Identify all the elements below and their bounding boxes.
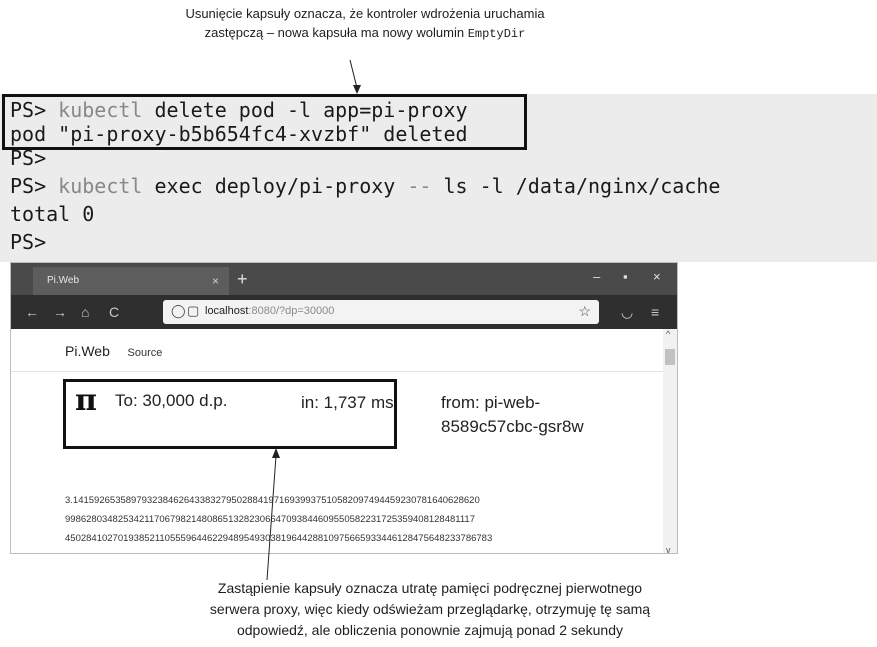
minimize-icon[interactable]: –: [593, 269, 600, 284]
nav-bar: ← → ⌂ C ◯ ▢ localhost:8080/?dp=30000 ☆ ◡…: [11, 295, 677, 329]
terminal-line-4: PS> kubectl exec deploy/pi-proxy -- ls -…: [10, 174, 720, 198]
scrollbar[interactable]: ^ v: [663, 329, 677, 553]
terminal-highlight-box: [2, 94, 527, 150]
tab-piweb[interactable]: Pi.Web ×: [33, 267, 229, 295]
scrollbar-thumb[interactable]: [665, 349, 675, 365]
terminal-line-6: PS>: [10, 230, 47, 254]
url-path: :8080/?dp=30000: [248, 305, 335, 317]
pi-digits-line: 4502841027019385211055596446229489549303…: [65, 533, 493, 544]
annotation-top-line1: Usunięcie kapsuły oznacza, że kontroler …: [185, 6, 545, 21]
site-brand[interactable]: Pi.Web: [65, 343, 110, 359]
tab-bar: Pi.Web × + – ▪ ×: [11, 263, 677, 295]
pi-digits-line: 3.14159265358979323846264338327950288419…: [65, 491, 665, 510]
terminal-dash: --: [407, 174, 432, 198]
menu-icon[interactable]: ≡: [651, 303, 659, 321]
terminal-line-5: total 0: [10, 202, 95, 226]
site-nav: Pi.Web Source: [65, 343, 162, 359]
annotation-bottom-line1: Zastąpienie kapsuły oznacza utratę pamię…: [217, 580, 643, 596]
tab-title: Pi.Web: [47, 275, 80, 286]
reload-icon[interactable]: C: [109, 303, 119, 321]
annotation-top-code: EmptyDir: [467, 27, 526, 41]
home-icon[interactable]: ⌂: [81, 303, 89, 321]
forward-arrow-icon[interactable]: →: [53, 303, 67, 321]
arrow-bottom: [266, 448, 280, 581]
annotation-bottom-line2: serwera proxy, więc kiedy odświeżam prze…: [209, 601, 651, 617]
browser-window: Pi.Web × + – ▪ × ← → ⌂ C ◯ ▢ localhost:8…: [10, 262, 678, 554]
close-icon[interactable]: ×: [212, 267, 219, 295]
pocket-icon[interactable]: ◡: [621, 303, 633, 321]
annotation-bottom: Zastąpienie kapsuły oznacza utratę pamię…: [150, 578, 710, 641]
annotation-top-line2: zastępczą – nowa kapsuła ma nowy wolumin…: [130, 23, 600, 44]
page-content: Pi.Web Source π To: 30,000 d.p. in: 1,73…: [11, 329, 677, 553]
url-text: localhost:8080/?dp=30000: [205, 305, 334, 317]
shield-icon[interactable]: ◯: [171, 303, 186, 319]
url-bar[interactable]: ◯ ▢ localhost:8080/?dp=30000 ☆: [163, 300, 599, 324]
nav-divider: [11, 371, 677, 372]
terminal-command: kubectl: [58, 174, 143, 198]
maximize-icon[interactable]: ▪: [623, 269, 628, 284]
page-icon[interactable]: ▢: [187, 303, 199, 319]
source-link[interactable]: Source: [128, 347, 163, 359]
terminal-args: ls -l /data/nginx/cache: [431, 174, 721, 198]
terminal-args: exec deploy/pi-proxy: [142, 174, 408, 198]
plus-icon[interactable]: +: [237, 267, 248, 291]
arrow-top: [349, 59, 361, 94]
close-icon[interactable]: ×: [653, 269, 661, 284]
scroll-down-icon[interactable]: v: [666, 545, 671, 553]
url-host: localhost: [205, 305, 249, 317]
pi-digits-line: 9986280348253421170679821480865132823066…: [65, 514, 475, 525]
star-icon[interactable]: ☆: [578, 303, 591, 320]
annotation-top: Usunięcie kapsuły oznacza, że kontroler …: [130, 4, 600, 44]
pi-source-pod: from: pi-web-8589c57cbc-gsr8w: [441, 393, 584, 436]
terminal-prompt: PS>: [10, 174, 47, 198]
pi-digits: 3.14159265358979323846264338327950288419…: [65, 491, 665, 548]
annotation-bottom-line3: odpowiedź, ale obliczenia ponownie zajmu…: [236, 622, 624, 638]
result-highlight-box: [63, 379, 397, 449]
annotation-top-line2-text: zastępczą – nowa kapsuła ma nowy wolumin: [204, 25, 468, 40]
scroll-up-icon[interactable]: ^: [666, 329, 670, 339]
back-arrow-icon[interactable]: ←: [25, 303, 39, 321]
